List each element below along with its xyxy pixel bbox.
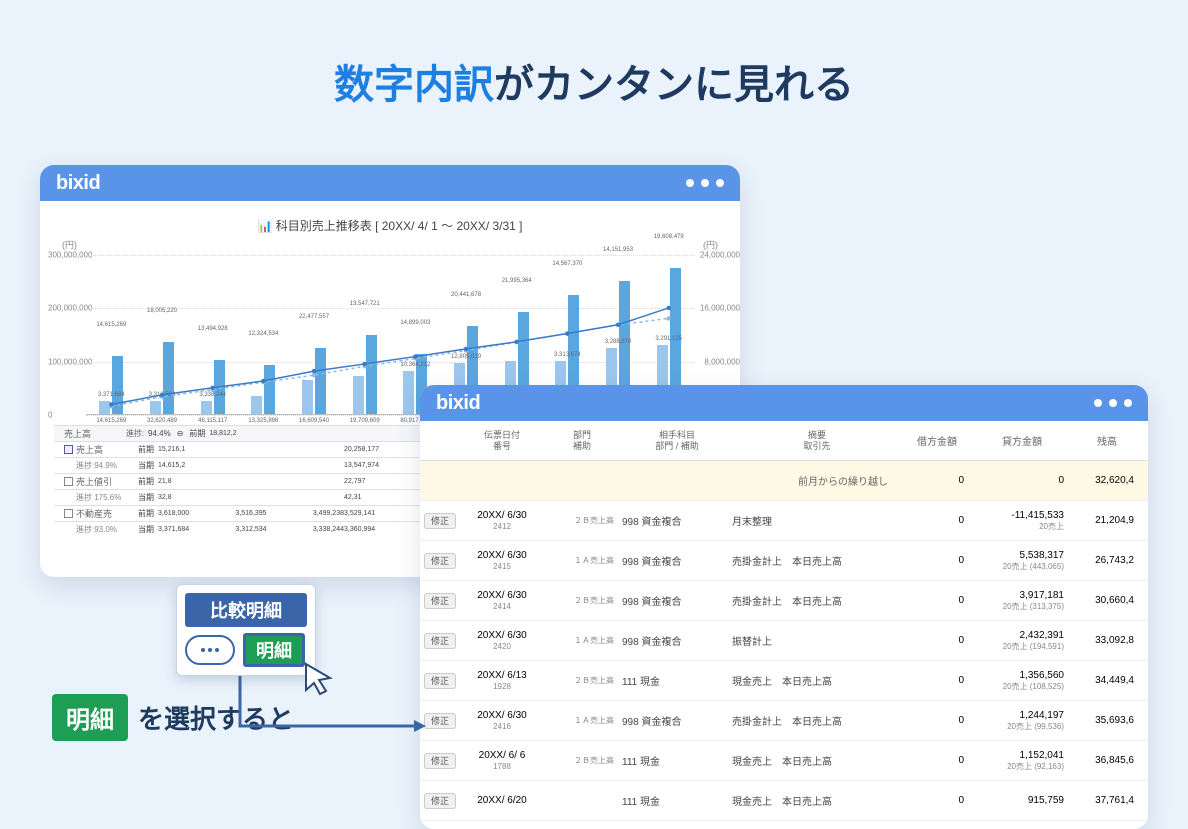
titlebar: bixid bbox=[420, 385, 1148, 421]
table-row: 修正20XX/ 6/ 61788２Ｂ売上高111 現金現金売上 本日売上高01,… bbox=[420, 741, 1148, 781]
table-row: 修正20XX/ 6/302416１Ａ売上高998 資金複合売掛金計上 本日売上高… bbox=[420, 701, 1148, 741]
row-checkbox[interactable] bbox=[64, 445, 73, 454]
context-menu: 比較明細 明細 bbox=[176, 584, 316, 676]
detail-header: 伝票日付番号 部門補助 相手科目部門 / 補助 摘要取引先 借方金額 貸方金額 … bbox=[420, 421, 1148, 461]
window-dots bbox=[1094, 399, 1132, 407]
brand-logo: bixid bbox=[56, 172, 100, 195]
edit-button[interactable]: 修正 bbox=[424, 513, 456, 529]
y-right-unit: (円) bbox=[703, 238, 718, 251]
chart-title: 科目別売上推移表 [ 20XX/ 4/ 1 ～ 20XX/ 3/31 ] bbox=[54, 217, 726, 234]
table-row: 修正20XX/ 6/302415１Ａ売上高998 資金複合売掛金計上 本日売上高… bbox=[420, 541, 1148, 581]
edit-button[interactable]: 修正 bbox=[424, 793, 456, 809]
edit-button[interactable]: 修正 bbox=[424, 753, 456, 769]
hero-title: 数字内訳がカンタンに見れる bbox=[0, 0, 1188, 140]
edit-button[interactable]: 修正 bbox=[424, 593, 456, 609]
compare-detail-button[interactable]: 比較明細 bbox=[185, 593, 307, 627]
titlebar: bixid bbox=[40, 165, 740, 201]
hero-accent: 数字内訳 bbox=[334, 63, 494, 107]
table-row: 修正20XX/ 6/302420１Ａ売上高998 資金複合振替計上 02,432… bbox=[420, 621, 1148, 661]
hero-rest: がカンタンに見れる bbox=[494, 63, 854, 107]
table-row: 修正20XX/ 6/20111 現金現金売上 本日売上高0915,75937,7… bbox=[420, 781, 1148, 821]
brand-logo: bixid bbox=[436, 392, 480, 415]
table-row: 修正20XX/ 6/131928２Ｂ売上高111 現金現金売上 本日売上高01,… bbox=[420, 661, 1148, 701]
table-row: 修正20XX/ 6/302412２Ｂ売上高998 資金複合月末整理 0-11,4… bbox=[420, 501, 1148, 541]
window-dots bbox=[686, 179, 724, 187]
detail-button[interactable]: 明細 bbox=[243, 633, 305, 667]
edit-button[interactable]: 修正 bbox=[424, 553, 456, 569]
detail-chip: 明細 bbox=[52, 694, 128, 741]
table-row: 修正20XX/ 6/302414２Ｂ売上高998 資金複合売掛金計上 本日売上高… bbox=[420, 581, 1148, 621]
detail-window: bixid 伝票日付番号 部門補助 相手科目部門 / 補助 摘要取引先 借方金額… bbox=[420, 385, 1148, 829]
y-left-unit: (円) bbox=[62, 238, 77, 251]
cursor-icon bbox=[300, 660, 340, 700]
row-checkbox[interactable] bbox=[64, 509, 73, 518]
carryover-row: 前月からの繰り越し 0 0 32,620,4 bbox=[420, 461, 1148, 501]
row-checkbox[interactable] bbox=[64, 477, 73, 486]
more-icon[interactable] bbox=[185, 635, 235, 665]
